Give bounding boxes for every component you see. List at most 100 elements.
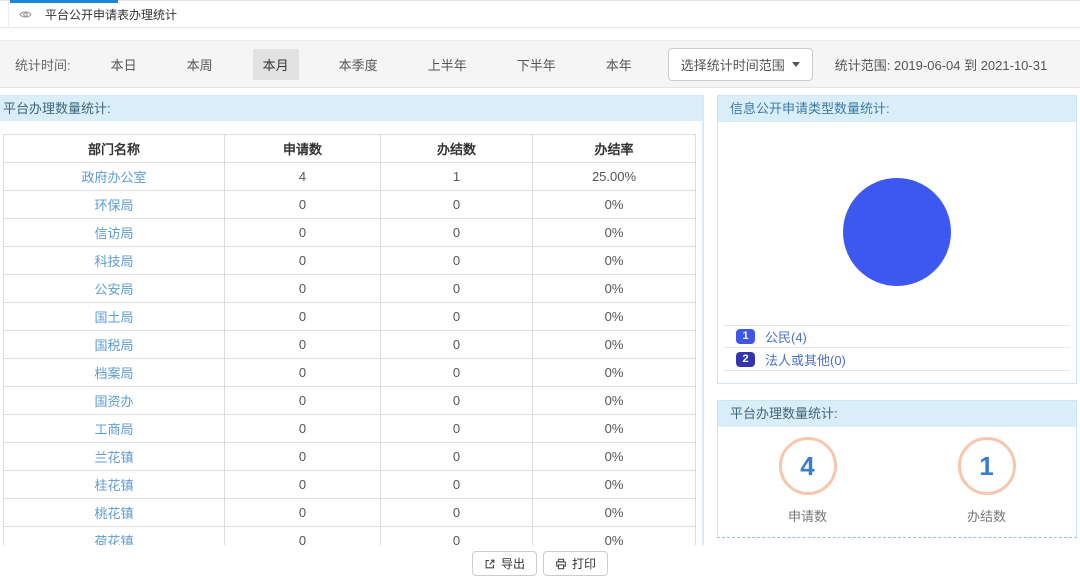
table-cell: 0 bbox=[381, 415, 533, 443]
table-cell: 0 bbox=[225, 443, 381, 471]
table-header-row: 部门名称申请数办结数办结率 bbox=[4, 135, 696, 163]
table-cell: 0 bbox=[381, 247, 533, 275]
table-cell: 0% bbox=[533, 415, 696, 443]
legend-label: 公民(4) bbox=[765, 327, 807, 346]
table-cell: 0% bbox=[533, 275, 696, 303]
table-cell: 1 bbox=[381, 163, 533, 191]
department-link[interactable]: 工商局 bbox=[4, 415, 225, 443]
department-link[interactable]: 环保局 bbox=[4, 191, 225, 219]
filter-option[interactable]: 本季度 bbox=[329, 49, 388, 80]
department-link[interactable]: 荷花镇 bbox=[4, 527, 225, 546]
table-row: 桂花镇000% bbox=[4, 471, 696, 499]
table-cell: 0% bbox=[533, 527, 696, 546]
table-row: 荷花镇000% bbox=[4, 527, 696, 546]
table-cell: 0 bbox=[225, 303, 381, 331]
legend-index-badge: 2 bbox=[736, 352, 755, 367]
department-table-body: 政府办公室4125.00%环保局000%信访局000%科技局000%公安局000… bbox=[4, 163, 696, 546]
filter-bar: 统计时间: 本日本周本月本季度上半年下半年本年 选择统计时间范围 统计范围: 2… bbox=[0, 40, 1080, 88]
table-cell: 0 bbox=[225, 415, 381, 443]
table-cell: 0% bbox=[533, 191, 696, 219]
table-row: 兰花镇000% bbox=[4, 443, 696, 471]
table-cell: 0% bbox=[533, 247, 696, 275]
footer-toolbar: 导出 打印 bbox=[0, 551, 1080, 576]
stat-circle: 1 bbox=[958, 437, 1016, 495]
department-link[interactable]: 国税局 bbox=[4, 331, 225, 359]
table-cell: 0% bbox=[533, 359, 696, 387]
table-cell: 0 bbox=[381, 527, 533, 546]
print-button[interactable]: 打印 bbox=[543, 551, 608, 576]
table-header-cell: 申请数 bbox=[225, 135, 381, 163]
table-row: 公安局000% bbox=[4, 275, 696, 303]
table-cell: 0 bbox=[225, 387, 381, 415]
legend-index-badge: 1 bbox=[736, 329, 755, 344]
export-icon bbox=[484, 558, 496, 570]
table-cell: 25.00% bbox=[533, 163, 696, 191]
department-link[interactable]: 政府办公室 bbox=[4, 163, 225, 191]
department-stats-panel: 平台办理数量统计: 部门名称申请数办结数办结率 政府办公室4125.00%环保局… bbox=[0, 95, 704, 545]
stat-value: 4 bbox=[800, 451, 814, 482]
legend-item[interactable]: 2 法人或其他(0) bbox=[724, 348, 1070, 371]
table-cell: 0 bbox=[381, 443, 533, 471]
table-cell: 0% bbox=[533, 443, 696, 471]
stat-item: 1 办结数 bbox=[958, 437, 1016, 525]
department-link[interactable]: 信访局 bbox=[4, 219, 225, 247]
export-button[interactable]: 导出 bbox=[472, 551, 537, 576]
department-link[interactable]: 国资办 bbox=[4, 387, 225, 415]
department-link[interactable]: 公安局 bbox=[4, 275, 225, 303]
department-link[interactable]: 兰花镇 bbox=[4, 443, 225, 471]
print-label: 打印 bbox=[572, 555, 596, 572]
chevron-down-icon bbox=[792, 62, 800, 67]
table-row: 信访局000% bbox=[4, 219, 696, 247]
filter-option[interactable]: 本周 bbox=[177, 49, 223, 80]
table-cell: 0 bbox=[225, 247, 381, 275]
table-cell: 0% bbox=[533, 471, 696, 499]
table-header-cell: 办结率 bbox=[533, 135, 696, 163]
department-link[interactable]: 桃花镇 bbox=[4, 499, 225, 527]
stat-item: 4 申请数 bbox=[779, 437, 837, 525]
legend-label: 法人或其他(0) bbox=[765, 350, 846, 369]
table-header-cell: 部门名称 bbox=[4, 135, 225, 163]
pie-chart[interactable] bbox=[843, 178, 951, 286]
table-cell: 0 bbox=[381, 191, 533, 219]
stat-label: 申请数 bbox=[788, 506, 827, 525]
page-title: 平台公开申请表办理统计 bbox=[45, 6, 177, 23]
table-row: 政府办公室4125.00% bbox=[4, 163, 696, 191]
eye-icon bbox=[19, 8, 32, 21]
summary-stats-panel: 平台办理数量统计: 4申请数1办结数 bbox=[717, 400, 1077, 538]
table-row: 科技局000% bbox=[4, 247, 696, 275]
table-row: 桃花镇000% bbox=[4, 499, 696, 527]
table-cell: 4 bbox=[225, 163, 381, 191]
table-cell: 0 bbox=[381, 359, 533, 387]
department-stats-title: 平台办理数量统计: bbox=[0, 95, 702, 121]
legend-item[interactable]: 1 公民(4) bbox=[724, 325, 1070, 348]
table-cell: 0 bbox=[225, 219, 381, 247]
table-row: 工商局000% bbox=[4, 415, 696, 443]
filter-options: 本日本周本月本季度上半年下半年本年 bbox=[71, 49, 642, 80]
table-cell: 0% bbox=[533, 303, 696, 331]
table-cell: 0 bbox=[225, 471, 381, 499]
department-table-head: 部门名称申请数办结数办结率 bbox=[4, 135, 696, 163]
filter-option[interactable]: 下半年 bbox=[507, 49, 566, 80]
table-cell: 0 bbox=[381, 471, 533, 499]
table-row: 档案局000% bbox=[4, 359, 696, 387]
department-link[interactable]: 桂花镇 bbox=[4, 471, 225, 499]
filter-option[interactable]: 上半年 bbox=[418, 49, 477, 80]
department-link[interactable]: 科技局 bbox=[4, 247, 225, 275]
pie-legend: 1 公民(4) 2 法人或其他(0) bbox=[724, 325, 1070, 371]
filter-option[interactable]: 本日 bbox=[101, 49, 147, 80]
stat-label: 办结数 bbox=[967, 506, 1006, 525]
tab-bar: 平台公开申请表办理统计 bbox=[0, 0, 1080, 28]
summary-stats-row: 4 申请数 1 办结数 bbox=[718, 427, 1076, 525]
filter-option[interactable]: 本年 bbox=[596, 49, 642, 80]
printer-icon bbox=[555, 558, 567, 570]
select-time-range-dropdown[interactable]: 选择统计时间范围 bbox=[668, 48, 813, 81]
table-cell: 0 bbox=[225, 359, 381, 387]
filter-option[interactable]: 本月 bbox=[253, 49, 299, 80]
request-type-panel: 信息公开申请类型数量统计: 1公民(4)2法人或其他(0) bbox=[717, 95, 1077, 384]
department-link[interactable]: 档案局 bbox=[4, 359, 225, 387]
table-row: 国税局000% bbox=[4, 331, 696, 359]
table-row: 国资办000% bbox=[4, 387, 696, 415]
department-link[interactable]: 国土局 bbox=[4, 303, 225, 331]
table-cell: 0% bbox=[533, 387, 696, 415]
table-cell: 0 bbox=[381, 219, 533, 247]
